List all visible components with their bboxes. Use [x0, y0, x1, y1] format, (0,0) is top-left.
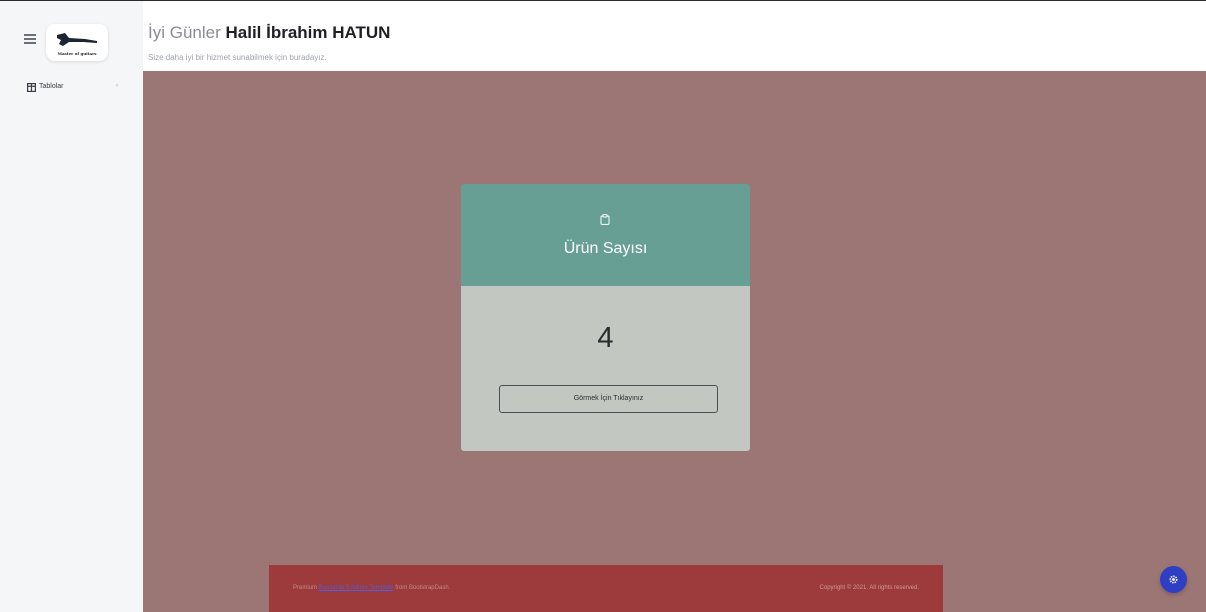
card-body: 4 Görmek İçin Tıklayınız: [461, 286, 750, 451]
footer-credit: Premium Bootstrap 5 Admin Template from …: [293, 585, 450, 591]
welcome-heading: İyi Günler Halil İbrahim HATUN: [148, 23, 390, 43]
view-products-button[interactable]: Görmek İçin Tıklayınız: [499, 385, 718, 413]
logo-text: Master of guitars: [57, 51, 97, 56]
footer-credit-suffix: from BootstrapDash.: [395, 585, 451, 591]
gear-icon: [1169, 575, 1178, 584]
footer-credit-prefix: Premium: [293, 585, 318, 591]
guitar-logo-icon: [57, 33, 97, 46]
brand-logo[interactable]: Master of guitars: [46, 24, 108, 61]
clipboard-icon: [600, 214, 610, 225]
card-title: Ürün Sayısı: [563, 240, 648, 257]
footer-copyright: Copyright © 2021. All rights reserved.: [819, 585, 919, 591]
greeting-text: İyi Günler: [148, 23, 221, 42]
product-count-value: 4: [597, 322, 614, 354]
template-link[interactable]: Bootstrap 5 Admin Template: [319, 585, 394, 591]
page-footer: Premium Bootstrap 5 Admin Template from …: [269, 565, 943, 612]
main-content: Ürün Sayısı 4 Görmek İçin Tıklayınız Pre…: [143, 71, 1206, 612]
sidebar-item-tablolar[interactable]: Tablolar ›: [24, 81, 124, 95]
welcome-subtitle: Size daha iyi bir hizmet sunabilmek için…: [148, 53, 327, 62]
page-header: İyi Günler Halil İbrahim HATUN Size daha…: [143, 1, 1206, 71]
sidebar-item-label: Tablolar: [39, 83, 64, 90]
table-icon: [27, 83, 36, 92]
sidebar: Master of guitars Tablolar ›: [0, 1, 143, 612]
settings-button[interactable]: [1160, 566, 1187, 593]
hamburger-menu-icon[interactable]: [24, 34, 36, 44]
user-name: Halil İbrahim HATUN: [225, 23, 391, 42]
chevron-right-icon: ›: [116, 83, 118, 89]
product-count-card: Ürün Sayısı 4 Görmek İçin Tıklayınız: [461, 184, 750, 451]
card-header: Ürün Sayısı: [461, 184, 750, 286]
